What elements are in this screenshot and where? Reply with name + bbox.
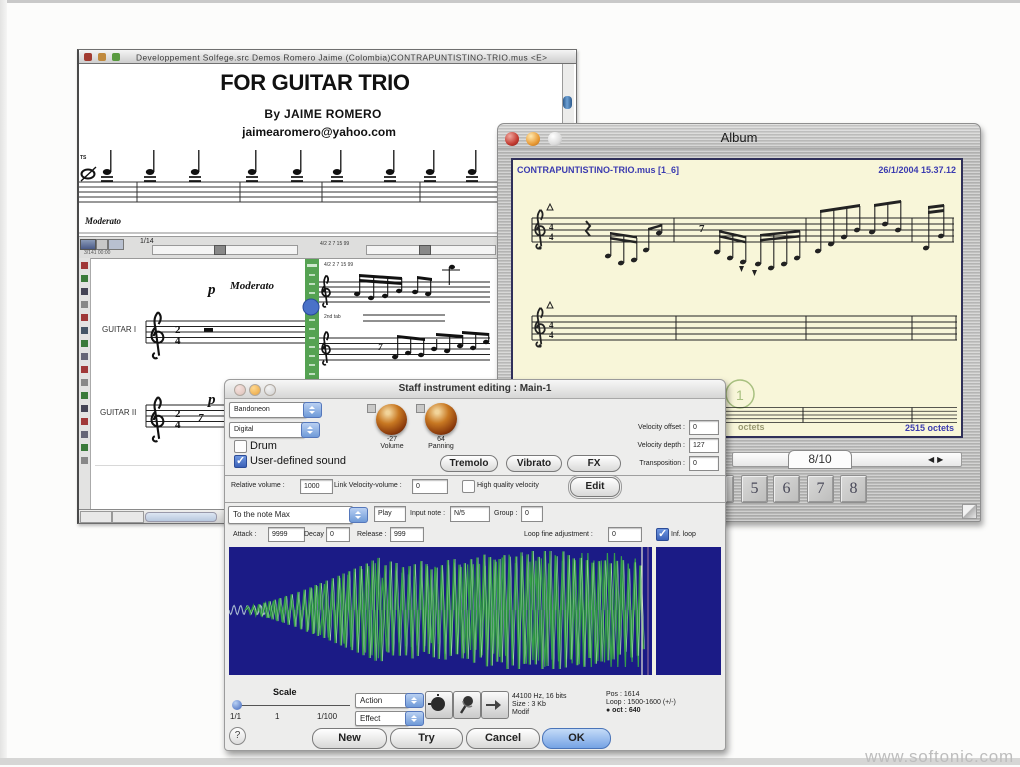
svg-text:4/2 2 7 15 99: 4/2 2 7 15 99 (324, 262, 353, 268)
svg-text:Moderato: Moderato (84, 216, 122, 226)
svg-text:Moderato: Moderato (229, 280, 275, 292)
svg-text:7: 7 (198, 412, 204, 424)
svg-text:GUITAR I: GUITAR I (102, 325, 136, 334)
svg-text:4: 4 (549, 232, 554, 242)
svg-text:GUITAR II: GUITAR II (100, 408, 136, 417)
svg-text:4: 4 (175, 335, 181, 347)
svg-text:2nd tab: 2nd tab (324, 314, 341, 320)
svg-text:7: 7 (699, 223, 705, 235)
svg-text:p: p (206, 282, 216, 298)
svg-text:4: 4 (549, 222, 554, 232)
svg-text:7: 7 (378, 342, 383, 352)
svg-text:1: 1 (736, 387, 744, 403)
svg-text:4: 4 (549, 330, 554, 340)
svg-text:TS: TS (80, 155, 87, 161)
svg-text:p: p (206, 392, 216, 408)
svg-text:4: 4 (175, 419, 181, 431)
svg-text:4: 4 (549, 320, 554, 330)
